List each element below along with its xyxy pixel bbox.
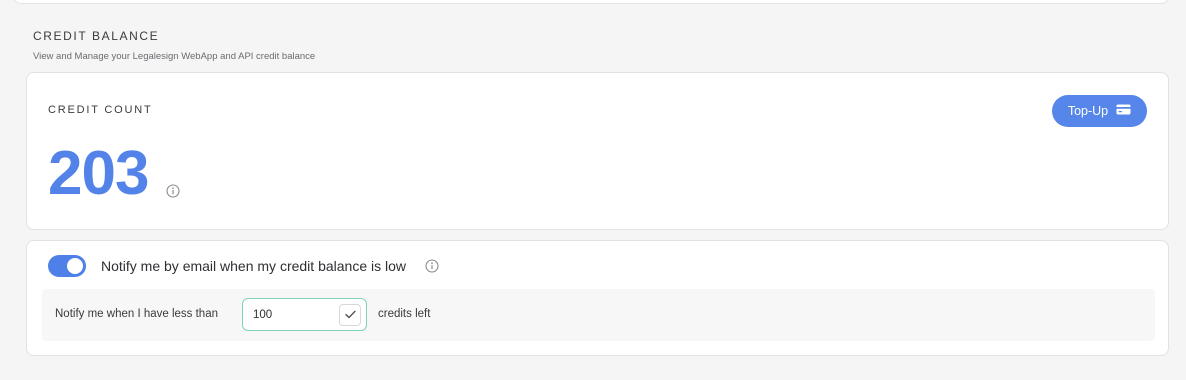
credit-count-value: 203 (48, 139, 149, 208)
top-up-button[interactable]: Top-Up (1052, 95, 1147, 127)
credit-card-icon (1116, 104, 1131, 118)
notify-label: Notify me by email when my credit balanc… (101, 258, 407, 274)
credit-balance-page: CREDIT BALANCE View and Manage your Lega… (0, 0, 1186, 380)
previous-card (13, 0, 1169, 4)
info-circle-icon[interactable] (425, 259, 439, 278)
threshold-field (242, 298, 367, 331)
threshold-input[interactable] (253, 307, 333, 323)
confirm-button[interactable] (339, 304, 361, 326)
threshold-prefix: Notify me when I have less than (55, 308, 218, 320)
checkmark-icon (344, 306, 356, 324)
top-up-label: Top-Up (1067, 104, 1109, 118)
threshold-suffix: credits left (378, 308, 431, 320)
section-subtitle: View and Manage your Legalesign WebApp a… (33, 51, 316, 62)
threshold-row: Notify me when I have less than credits … (42, 289, 1155, 341)
credit-count-label: CREDIT COUNT (48, 104, 153, 116)
notify-toggle[interactable] (48, 255, 86, 277)
credit-count-card: CREDIT COUNT 203 Top-Up (26, 72, 1169, 230)
section-title: CREDIT BALANCE (33, 29, 160, 43)
toggle-knob (67, 258, 83, 274)
info-circle-icon[interactable] (166, 184, 180, 203)
notify-card: Notify me by email when my credit balanc… (26, 240, 1169, 356)
